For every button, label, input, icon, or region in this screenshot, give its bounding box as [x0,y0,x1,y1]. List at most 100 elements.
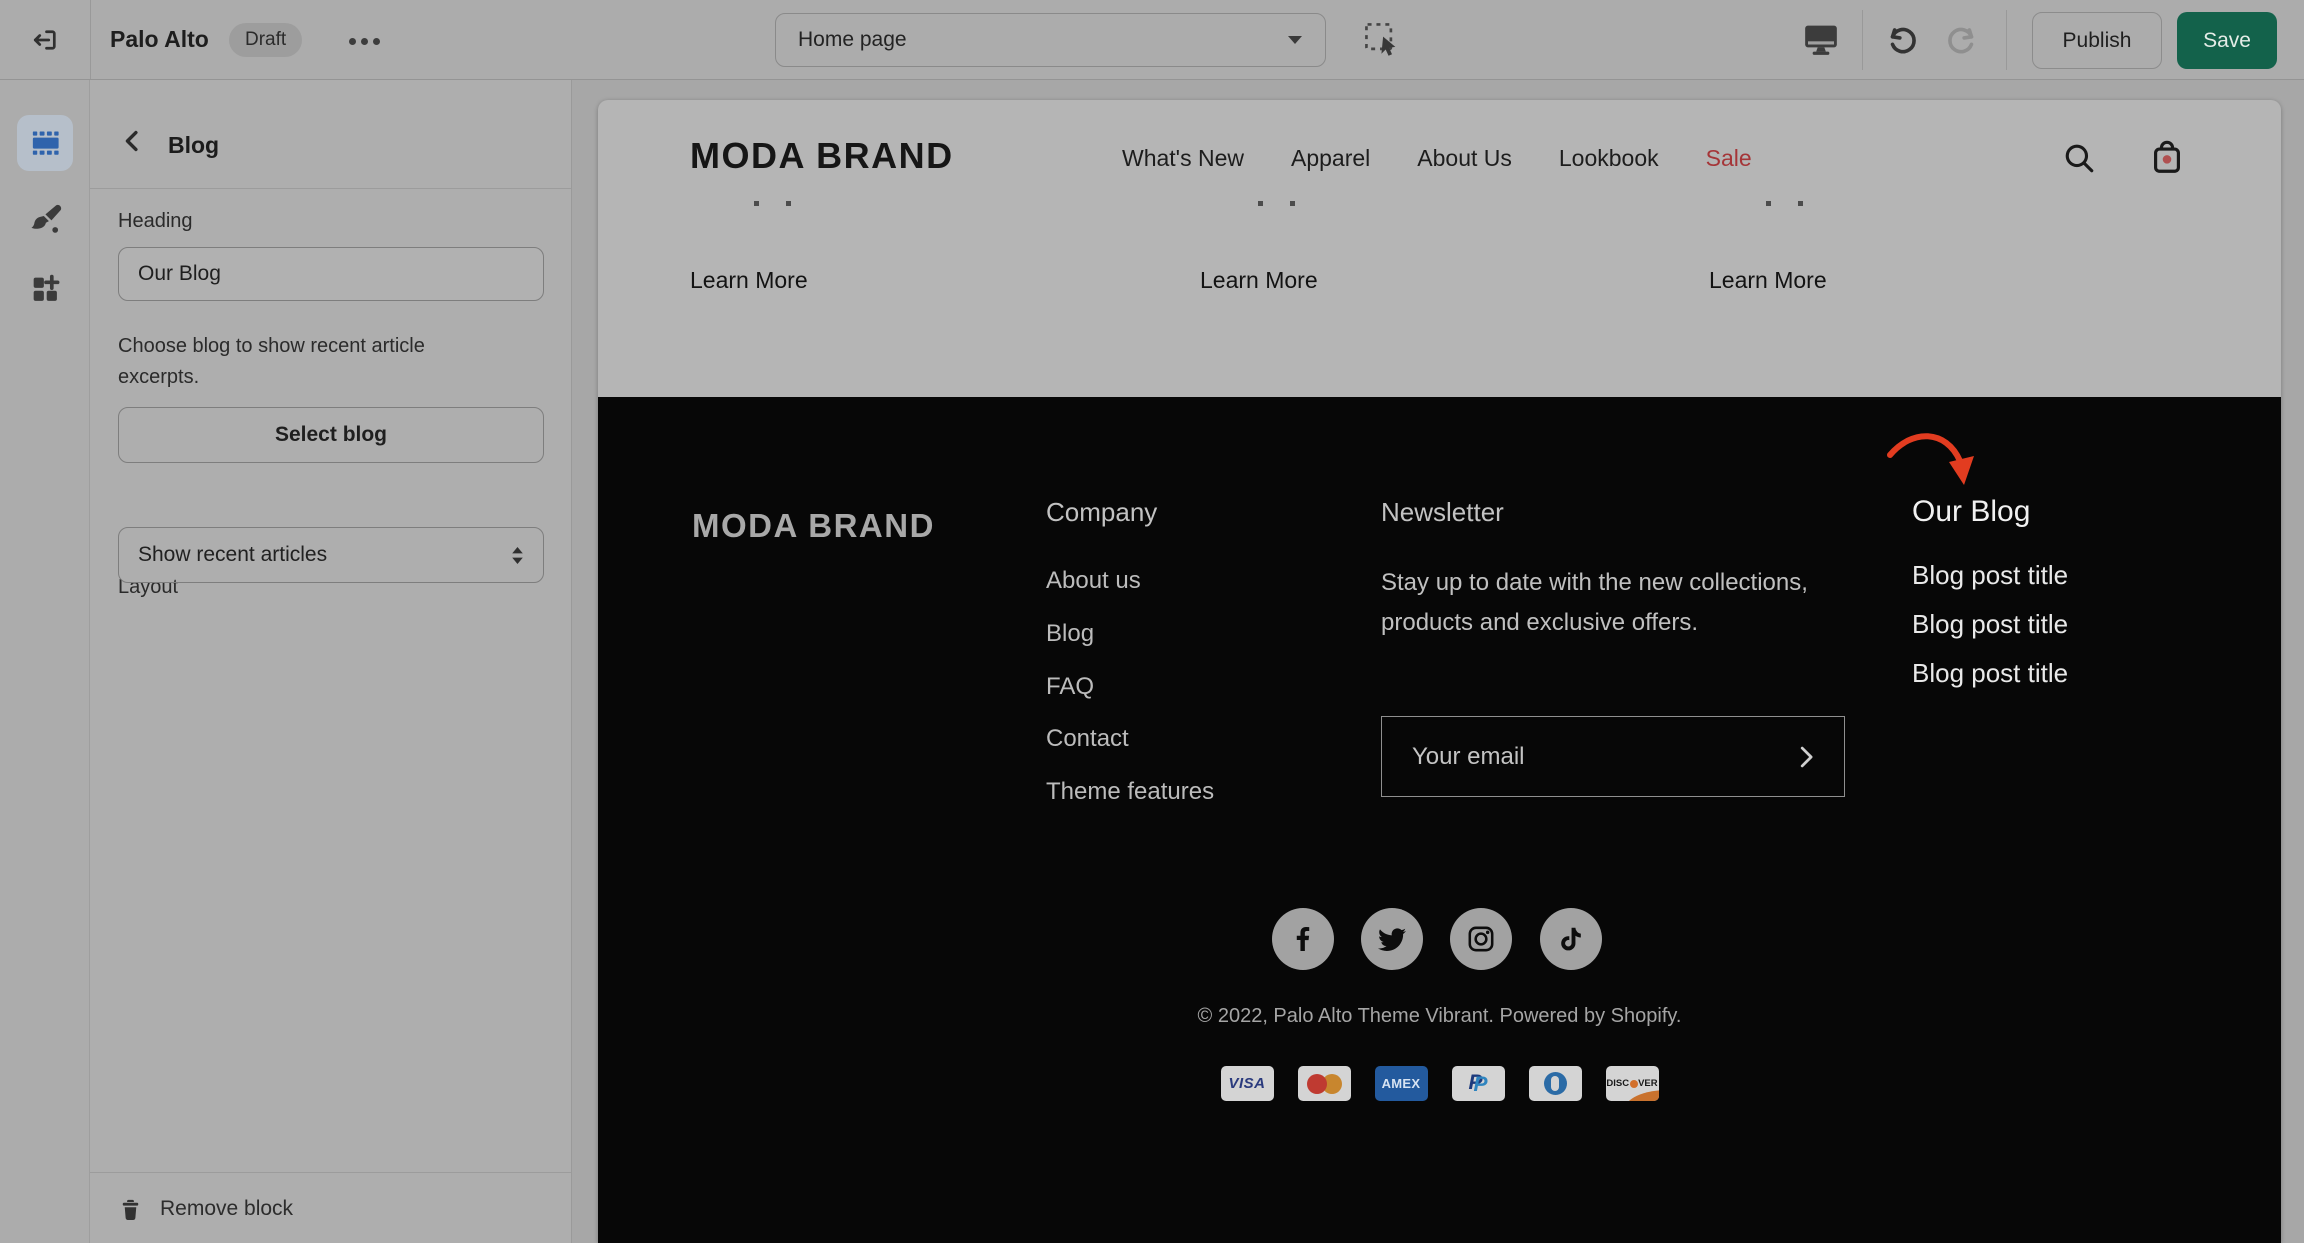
panel-footer: Remove block [90,1172,571,1243]
undo-icon [1884,20,1922,58]
back-button[interactable] [114,124,150,160]
nav-link-sale[interactable]: Sale [1706,145,1752,172]
footer-logo: MODA BRAND [692,507,935,545]
email-placeholder: Your email [1412,743,1525,771]
nav-link-lookbook[interactable]: Lookbook [1559,145,1659,172]
undo-button[interactable] [1882,20,1924,60]
site-nav: What's New Apparel About Us Lookbook Sal… [1122,145,1752,172]
page-selector[interactable]: Home page [775,13,1326,67]
newsletter-submit-button[interactable] [1800,746,1814,768]
footer-company-title: Company [1046,497,1157,528]
social-facebook-button[interactable] [1272,908,1334,970]
publish-button[interactable]: Publish [2032,12,2162,69]
topbar-divider [90,0,91,79]
save-button[interactable]: Save [2177,12,2277,69]
remove-block-label: Remove block [160,1197,293,1221]
theme-preview: MODA BRAND What's New Apparel About Us L… [598,100,2281,1243]
footer-link-about-us[interactable]: About us [1046,567,1141,595]
topbar-divider [2006,10,2007,70]
visa-icon: VISA [1221,1066,1274,1101]
sections-icon [28,127,62,159]
shopify-theme-editor: Palo Alto Draft Home page [0,0,2304,1243]
panel-header: Blog [90,80,571,189]
editor-rail [0,80,90,1243]
select-element-button[interactable] [1360,19,1404,63]
clipped-text-artifact [1290,201,1295,206]
footer-blog-title: Our Blog [1912,495,2030,529]
cart-bag-button[interactable] [2146,137,2188,179]
blog-description: Choose blog to show recent article excer… [118,331,496,393]
social-tiktok-button[interactable] [1540,908,1602,970]
chevron-right-icon [1800,746,1814,768]
store-name: Palo Alto [110,26,209,53]
mastercard-icon [1298,1066,1351,1101]
site-footer: MODA BRAND Company About us Blog FAQ Con… [598,397,2281,1243]
paintbrush-icon [27,201,63,237]
paypal-icon: P P [1452,1066,1505,1101]
tiktok-icon [1556,924,1586,954]
nav-link-about-us[interactable]: About Us [1417,145,1512,172]
site-logo[interactable]: MODA BRAND [690,135,954,177]
footer-link-theme-features[interactable]: Theme features [1046,778,1214,806]
payment-icons-row: VISA AMEX P P DISCVER [598,1066,2281,1101]
desktop-preview-button[interactable] [1798,18,1844,62]
clipped-text-artifact [786,201,791,206]
rail-item-apps[interactable] [23,267,67,311]
instagram-icon [1465,923,1497,955]
facebook-icon [1287,923,1319,955]
learn-more-link[interactable]: Learn More [1200,267,1318,294]
apps-icon [28,272,62,306]
layout-select[interactable]: Show recent articles [118,527,544,583]
clipped-text-artifact [754,201,759,206]
select-element-icon [1362,20,1402,60]
exit-icon [30,25,60,55]
more-menu-button[interactable] [340,28,388,54]
learn-more-link[interactable]: Learn More [690,267,808,294]
footer-link-blog[interactable]: Blog [1046,620,1094,648]
discover-icon: DISCVER [1606,1066,1659,1101]
rail-item-theme-settings[interactable] [23,197,67,241]
back-chevron-icon [121,128,143,154]
search-button[interactable] [2060,140,2098,178]
chevron-down-icon [1287,35,1303,45]
footer-link-faq[interactable]: FAQ [1046,673,1094,701]
nav-link-whats-new[interactable]: What's New [1122,145,1244,172]
sort-arrows-icon [511,546,524,565]
page-selector-value: Home page [798,28,907,52]
more-dots-icon [349,38,356,45]
heading-label: Heading [118,210,193,233]
heading-input[interactable] [118,247,544,301]
amex-icon: AMEX [1375,1066,1428,1101]
search-icon [2062,141,2096,175]
blog-post-link[interactable]: Blog post title [1912,658,2068,689]
social-instagram-button[interactable] [1450,908,1512,970]
social-twitter-button[interactable] [1361,908,1423,970]
exit-editor-button[interactable] [28,25,62,57]
newsletter-title: Newsletter [1381,497,1504,528]
learn-more-link[interactable]: Learn More [1709,267,1827,294]
remove-block-button[interactable]: Remove block [118,1187,293,1231]
clipped-text-artifact [1766,201,1771,206]
layout-select-value: Show recent articles [138,543,327,567]
redo-button[interactable] [1940,20,1982,60]
rail-item-sections[interactable] [17,115,73,171]
cart-bag-icon [2148,137,2186,177]
desktop-preview-icon [1801,19,1841,59]
clipped-text-artifact [1798,201,1803,206]
topbar-divider [1862,10,1863,70]
trash-icon [118,1196,143,1223]
blog-post-link[interactable]: Blog post title [1912,560,2068,591]
status-badge: Draft [229,23,302,57]
panel-title: Blog [168,132,219,159]
blog-post-link[interactable]: Blog post title [1912,609,2068,640]
topbar: Palo Alto Draft Home page [0,0,2304,80]
select-blog-button[interactable]: Select blog [118,407,544,463]
nav-link-apparel[interactable]: Apparel [1291,145,1370,172]
twitter-icon [1376,923,1408,955]
clipped-text-artifact [1258,201,1263,206]
footer-link-contact[interactable]: Contact [1046,725,1129,753]
redo-icon [1942,20,1980,58]
newsletter-email-input[interactable]: Your email [1381,716,1845,797]
diners-club-icon [1529,1066,1582,1101]
newsletter-text: Stay up to date with the new collections… [1381,563,1837,643]
